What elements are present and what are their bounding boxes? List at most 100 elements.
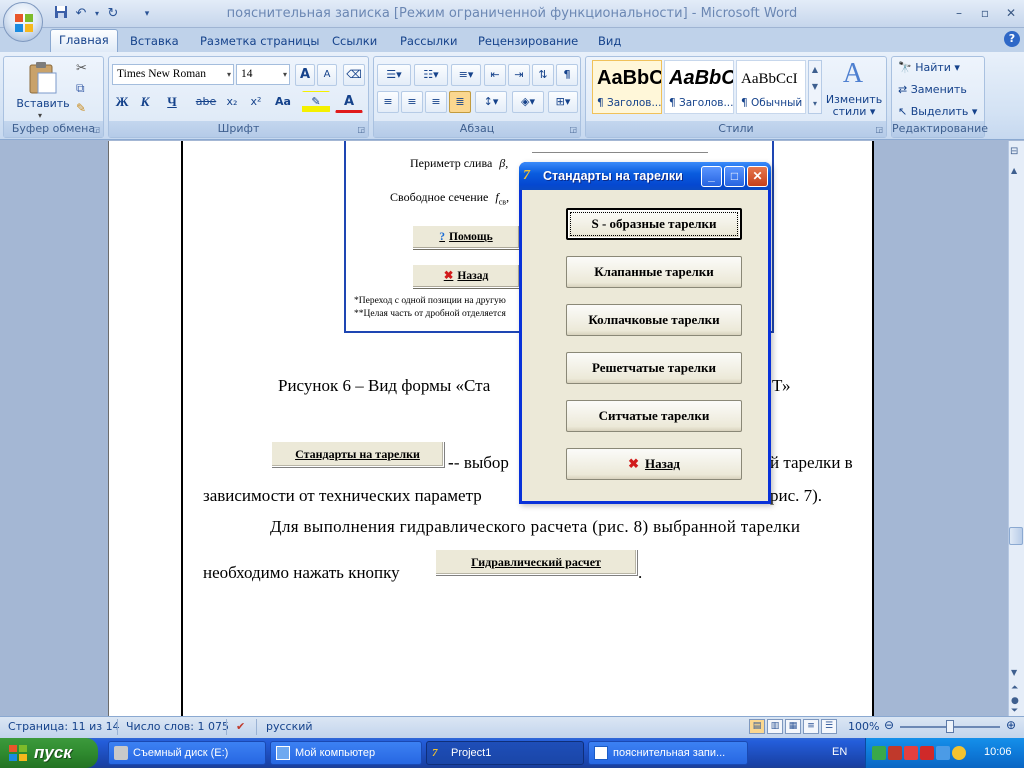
ruler-toggle-icon[interactable]: ⊟ (1010, 146, 1018, 157)
change-styles-icon[interactable]: A (836, 58, 870, 90)
zoom-in-icon[interactable]: ⊕ (1006, 719, 1016, 731)
font-size-combobox[interactable]: 14 ▾ (236, 64, 290, 85)
web-layout-icon[interactable]: ▦ (785, 719, 801, 734)
print-layout-icon[interactable]: ▤ (749, 719, 765, 734)
align-left-icon[interactable]: ≡ (377, 91, 399, 113)
strikethrough-button[interactable]: abe (193, 91, 219, 113)
font-name-combobox[interactable]: Times New Roman ▾ (112, 64, 234, 85)
scroll-up-icon[interactable]: ▲ (1011, 166, 1017, 175)
task-my-computer[interactable]: Мой компьютер (270, 741, 422, 765)
italic-button[interactable]: К (135, 91, 155, 113)
shading-icon[interactable]: ◈▾ (512, 91, 544, 113)
prev-page-icon[interactable]: ⏶ (1011, 683, 1018, 693)
task-word-document[interactable]: пояснительная запи... (588, 741, 748, 765)
minimize-icon[interactable]: – (950, 6, 968, 20)
font-size-dropdown-icon[interactable]: ▾ (283, 65, 287, 84)
justify-icon[interactable]: ≣ (449, 91, 471, 113)
word-count[interactable]: Число слов: 1 075 (126, 720, 229, 733)
scroll-down-icon[interactable]: ▼ (1011, 668, 1017, 677)
task-project1[interactable]: 7 Project1 (426, 741, 584, 765)
paste-icon[interactable] (26, 61, 58, 95)
underline-button[interactable]: Ч (158, 91, 186, 113)
zoom-level[interactable]: 100% (848, 720, 879, 733)
shrink-font-button[interactable]: A (317, 64, 337, 86)
zoom-out-icon[interactable]: ⊖ (884, 719, 894, 731)
tab-references[interactable]: Ссылки (324, 31, 385, 51)
sort-icon[interactable]: ⇅ (532, 64, 554, 86)
dialog-minimize-icon[interactable]: _ (701, 166, 722, 187)
font-launcher-icon[interactable]: ◲ (357, 125, 365, 134)
scroll-thumb[interactable] (1009, 527, 1023, 545)
clock[interactable]: 10:06 (984, 746, 1012, 758)
s-shaped-trays-button[interactable]: S - образные тарелки (566, 208, 742, 240)
font-name-dropdown-icon[interactable]: ▾ (227, 65, 231, 84)
clipboard-launcher-icon[interactable]: ◲ (92, 125, 100, 134)
increase-indent-icon[interactable]: ⇥ (508, 64, 530, 86)
change-case-button[interactable]: Aa (269, 91, 297, 113)
dialog-title-bar[interactable]: 7 Стандарты на тарелки _ □ ✕ (519, 162, 771, 190)
tab-home[interactable]: Главная (50, 29, 118, 52)
full-screen-reading-icon[interactable]: ▥ (767, 719, 783, 734)
language-indicator[interactable]: русский (266, 720, 313, 733)
close-icon[interactable]: ✕ (1002, 6, 1020, 20)
tab-review[interactable]: Рецензирование (470, 31, 586, 51)
display-icon[interactable] (936, 746, 950, 760)
draft-view-icon[interactable]: ☰ (821, 719, 837, 734)
outline-view-icon[interactable]: ≡ (803, 719, 819, 734)
input-language[interactable]: EN (832, 746, 847, 758)
show-marks-icon[interactable]: ¶ (556, 64, 578, 86)
next-page-icon[interactable]: ⏷ (1011, 706, 1018, 716)
tab-view[interactable]: Вид (590, 31, 629, 51)
help-icon[interactable]: ? (1004, 31, 1020, 47)
style-heading2[interactable]: AaBbC ¶ Заголов... (664, 60, 734, 114)
task-removable-disk[interactable]: Съемный диск (E:) (108, 741, 266, 765)
dialog-maximize-icon[interactable]: □ (724, 166, 745, 187)
style-heading1[interactable]: AaBbC ¶ Заголов... (592, 60, 662, 114)
restore-icon[interactable]: ▫ (976, 6, 994, 20)
styles-scroll[interactable]: ▲ ▼ ▾ (808, 60, 822, 114)
numbering-icon[interactable]: ☷▾ (414, 64, 448, 86)
lattice-trays-button[interactable]: Решетчатые тарелки (566, 352, 742, 384)
cut-icon[interactable]: ✂ (76, 61, 87, 76)
valve-trays-button[interactable]: Клапанные тарелки (566, 256, 742, 288)
paste-button[interactable]: Вставить (12, 97, 74, 110)
copy-icon[interactable]: ⧉ (76, 81, 85, 96)
volume-icon[interactable] (952, 746, 966, 760)
clear-formatting-icon[interactable]: ⌫ (343, 64, 365, 86)
zoom-slider-thumb[interactable] (946, 720, 954, 733)
borders-icon[interactable]: ⊞▾ (548, 91, 578, 113)
bold-button[interactable]: Ж (112, 91, 132, 113)
bubble-cap-trays-button[interactable]: Колпачковые тарелки (566, 304, 742, 336)
change-styles-button[interactable]: Изменить стили ▾ (824, 94, 884, 118)
font-color-button[interactable]: A (335, 91, 363, 113)
tab-insert[interactable]: Вставка (122, 31, 187, 51)
start-button[interactable]: пуск (0, 738, 98, 768)
align-right-icon[interactable]: ≡ (425, 91, 447, 113)
page-count[interactable]: Страница: 11 из 14 (8, 720, 120, 733)
superscript-button[interactable]: x² (245, 91, 267, 113)
safely-remove-icon[interactable] (920, 746, 934, 760)
tab-mailings[interactable]: Рассылки (392, 31, 465, 51)
subscript-button[interactable]: x₂ (221, 91, 243, 113)
align-center-icon[interactable]: ≡ (401, 91, 423, 113)
select-button[interactable]: ↖ Выделить ▾ (898, 105, 977, 118)
antivirus-icon[interactable] (888, 746, 902, 760)
vertical-scrollbar[interactable] (1008, 141, 1024, 716)
network-icon[interactable] (872, 746, 886, 760)
find-button[interactable]: 🔭 Найти ▾ (898, 61, 960, 74)
dialog-close-icon[interactable]: ✕ (747, 166, 768, 187)
style-normal[interactable]: AaBbCcI ¶ Обычный (736, 60, 806, 114)
bullets-icon[interactable]: ☰▾ (377, 64, 411, 86)
browse-object-icon[interactable]: ● (1011, 696, 1019, 706)
tab-page-layout[interactable]: Разметка страницы (192, 31, 327, 51)
multilevel-list-icon[interactable]: ≡▾ (451, 64, 481, 86)
app-k-icon[interactable] (904, 746, 918, 760)
spelling-check-icon[interactable]: ✔ (236, 720, 245, 733)
grow-font-button[interactable]: A (295, 64, 315, 86)
paste-dropdown-icon[interactable]: ▾ (38, 111, 42, 120)
highlight-icon[interactable]: ✎ (302, 91, 330, 113)
decrease-indent-icon[interactable]: ⇤ (484, 64, 506, 86)
office-button[interactable] (3, 2, 43, 42)
paragraph-launcher-icon[interactable]: ◲ (569, 125, 577, 134)
line-spacing-icon[interactable]: ↕▾ (475, 91, 507, 113)
